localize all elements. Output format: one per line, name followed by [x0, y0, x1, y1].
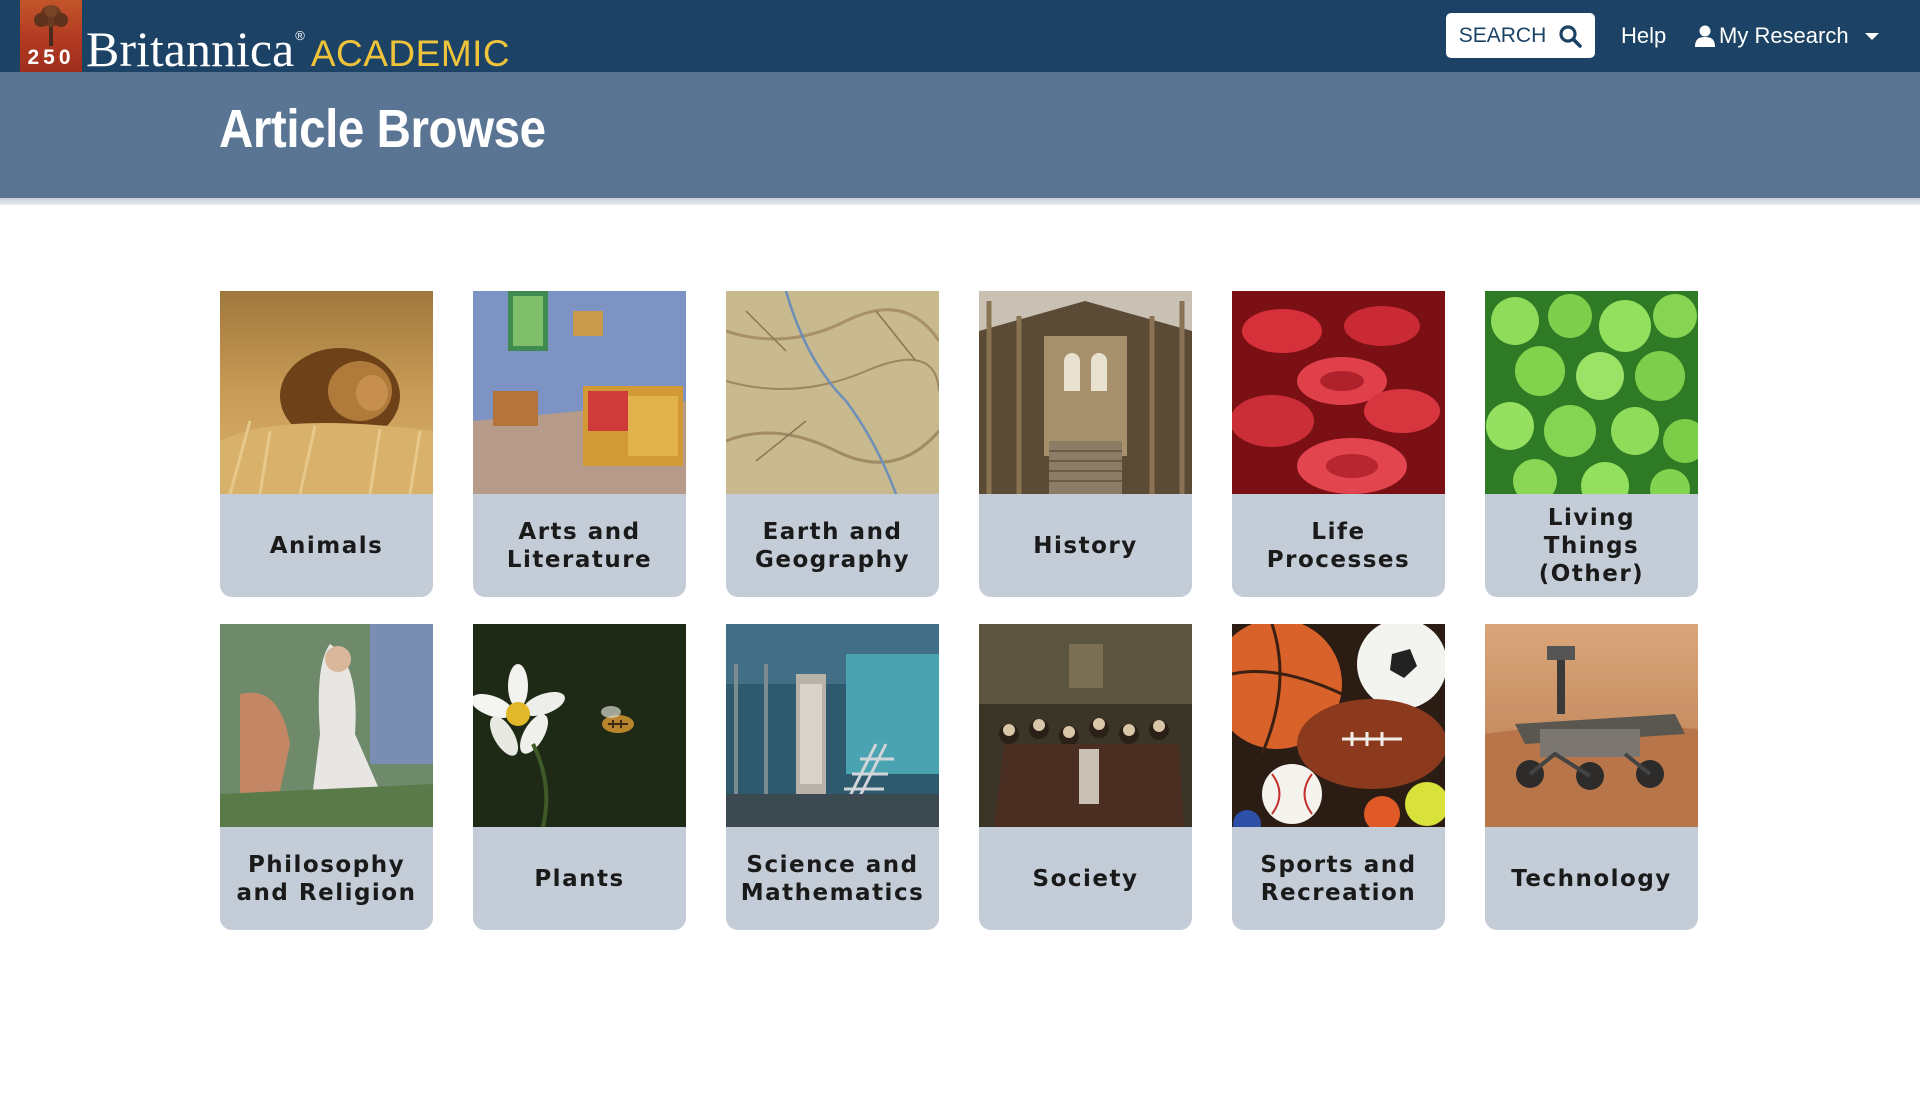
- brand-name: Britannica: [86, 21, 295, 77]
- category-card-plants[interactable]: Plants: [473, 624, 686, 930]
- symbolist-painting-image: [220, 624, 433, 827]
- category-card-animals[interactable]: Animals: [220, 291, 433, 597]
- anniversary-logo[interactable]: 250: [20, 0, 82, 72]
- search-button[interactable]: SEARCH: [1446, 13, 1595, 58]
- chevron-down-icon: [1864, 32, 1879, 40]
- category-label: Philosophy and Religion: [236, 851, 417, 906]
- green-cells-image: [1485, 291, 1698, 494]
- category-label: Animals: [269, 532, 384, 559]
- category-card-sports-and-recreation[interactable]: Sports and Recreation: [1232, 624, 1445, 930]
- top-navigation-bar: 250 Britannica® ACADEMIC SEARCH Help My R…: [0, 0, 1920, 77]
- category-label: Arts and Literature: [506, 518, 653, 573]
- my-research-dropdown[interactable]: My Research: [1695, 20, 1879, 52]
- category-label: Earth and Geography: [755, 518, 910, 573]
- my-research-label: My Research: [1719, 23, 1849, 48]
- category-label: Science and Mathematics: [740, 851, 925, 906]
- category-card-life-processes[interactable]: Life Processes: [1232, 291, 1445, 597]
- registered-mark: ®: [295, 28, 305, 43]
- help-link[interactable]: Help: [1621, 20, 1666, 52]
- search-button-label: SEARCH: [1458, 23, 1547, 47]
- mars-rover-image: [1485, 624, 1698, 827]
- lion-image: [220, 291, 433, 494]
- category-card-living-things-other[interactable]: Living Things (Other): [1485, 291, 1698, 597]
- category-label: Life Processes: [1266, 518, 1411, 573]
- category-card-philosophy-and-religion[interactable]: Philosophy and Religion: [220, 624, 433, 930]
- category-card-history[interactable]: History: [979, 291, 1192, 597]
- category-label: History: [1033, 532, 1138, 559]
- laboratory-image: [726, 624, 939, 827]
- daisy-and-bee-image: [473, 624, 686, 827]
- anniversary-number: 250: [27, 46, 75, 69]
- museum-hall-image: [979, 291, 1192, 494]
- brand-logo[interactable]: Britannica® ACADEMIC: [86, 8, 510, 77]
- salon-painting-image: [979, 624, 1192, 827]
- tree-emblem-icon: [34, 5, 68, 46]
- category-card-science-and-mathematics[interactable]: Science and Mathematics: [726, 624, 939, 930]
- relief-map-image: [726, 291, 939, 494]
- sports-balls-image: [1232, 624, 1445, 827]
- category-card-earth-and-geography[interactable]: Earth and Geography: [726, 291, 939, 597]
- category-label: Society: [1032, 865, 1139, 892]
- red-blood-cells-image: [1232, 291, 1445, 494]
- category-card-society[interactable]: Society: [979, 624, 1192, 930]
- user-icon: [1695, 25, 1715, 47]
- bedroom-painting-image: [473, 291, 686, 494]
- category-label: Plants: [534, 865, 625, 892]
- category-card-technology[interactable]: Technology: [1485, 624, 1698, 930]
- category-label: Living Things (Other): [1538, 504, 1645, 587]
- header-divider: [0, 198, 1920, 205]
- brand-suffix: ACADEMIC: [310, 33, 511, 74]
- category-label: Sports and Recreation: [1260, 851, 1417, 906]
- category-card-arts-and-literature[interactable]: Arts and Literature: [473, 291, 686, 597]
- search-icon: [1559, 24, 1583, 48]
- category-grid: Animals Arts and Literature Earth and Ge…: [220, 291, 1698, 930]
- category-label: Technology: [1511, 865, 1672, 892]
- page-title: Article Browse: [219, 99, 546, 159]
